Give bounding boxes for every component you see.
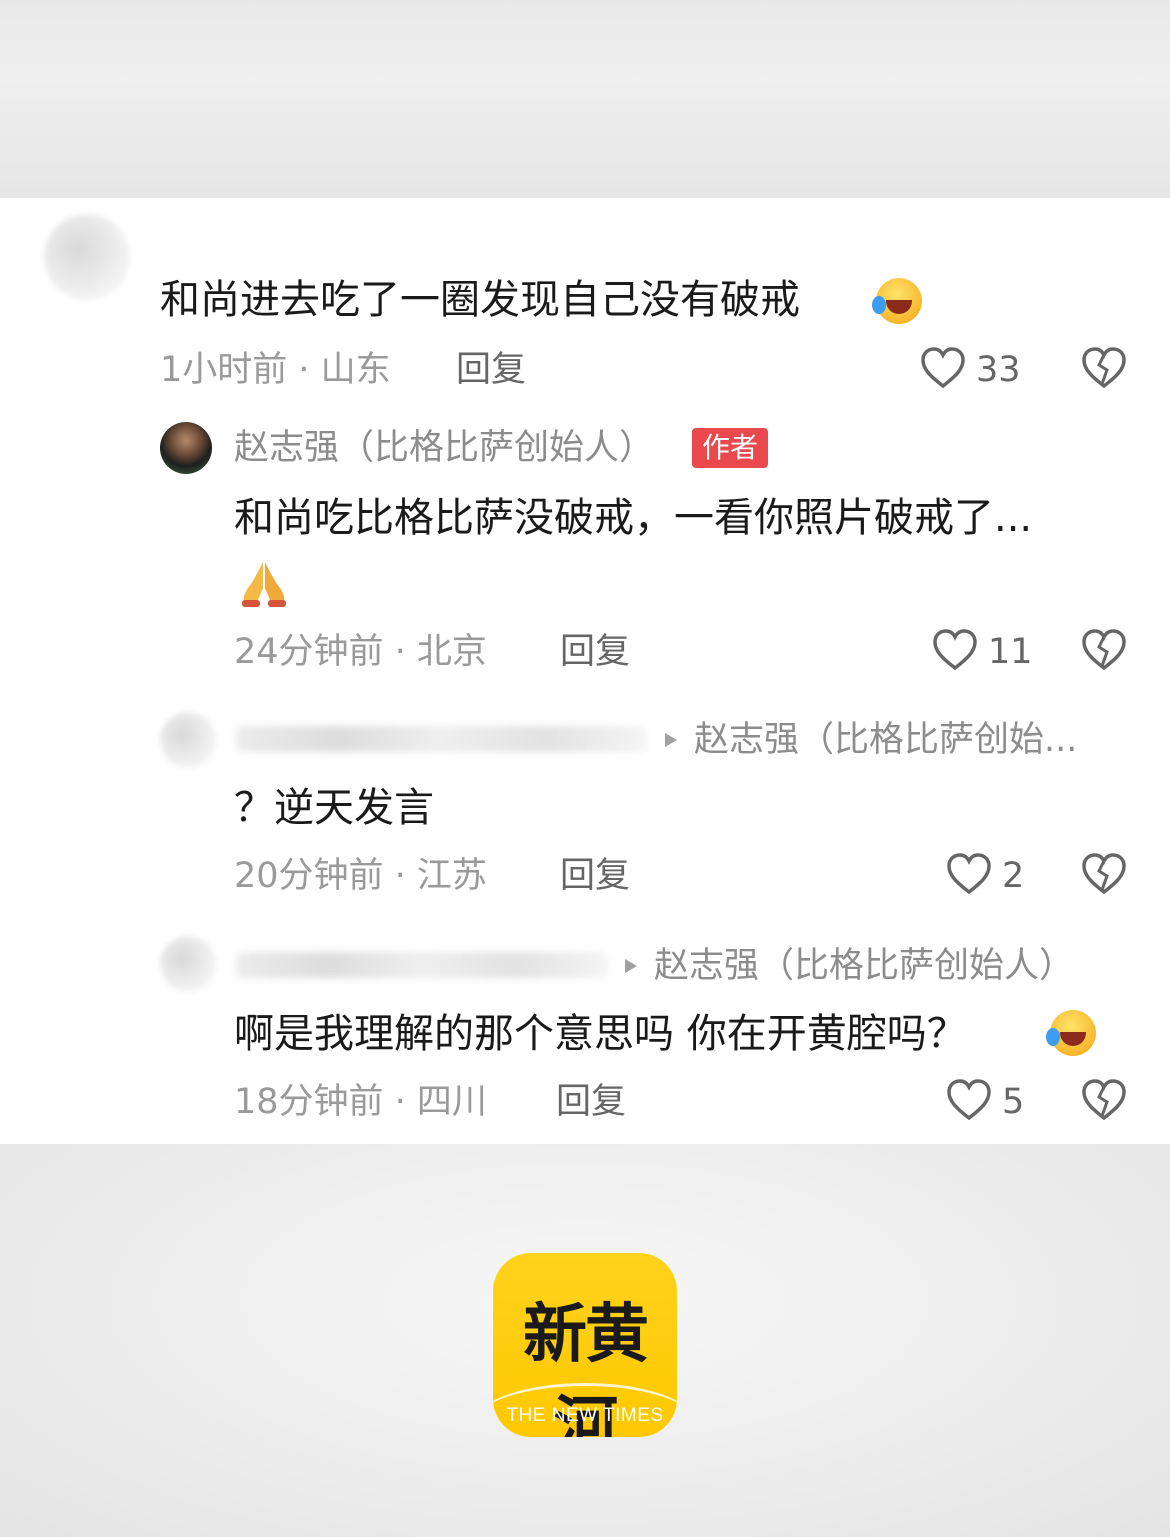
comment-text: 和尚吃比格比萨没破戒，一看你照片破戒了... xyxy=(234,495,1033,541)
blurred-username[interactable] xyxy=(236,726,646,752)
comment-text: 啊是我理解的那个意思吗 你在开黄腔吗？ xyxy=(234,1011,967,1057)
author-badge: 作者 xyxy=(692,428,769,468)
comment-meta: 24分钟前 · 北京 xyxy=(234,632,487,672)
heart-icon[interactable] xyxy=(920,346,966,390)
reply-button[interactable]: 回复 xyxy=(556,1082,626,1122)
broken-heart-icon[interactable] xyxy=(1080,628,1128,672)
laughing-crying-emoji-icon xyxy=(1046,1010,1096,1056)
author-username[interactable]: 赵志强（比格比萨创始人） xyxy=(234,428,654,468)
reply-button[interactable]: 回复 xyxy=(560,632,630,672)
comment-meta: 18分钟前 · 四川 xyxy=(234,1082,487,1122)
comment-meta: 20分钟前 · 江苏 xyxy=(234,856,487,896)
blurred-top-area xyxy=(0,0,1170,198)
triangle-right-icon xyxy=(665,733,677,747)
comment-meta: 1小时前 · 山东 xyxy=(160,350,391,390)
logo-subtitle: THE NEW TIMES xyxy=(506,1405,664,1426)
avatar[interactable] xyxy=(160,712,216,768)
reply-to-username[interactable]: 赵志强（比格比萨创始... xyxy=(694,720,1077,760)
author-avatar[interactable] xyxy=(160,422,212,474)
comment-text: ？逆天发言 xyxy=(234,785,434,831)
avatar[interactable] xyxy=(160,936,216,992)
laughing-crying-emoji-icon xyxy=(872,278,922,324)
like-count: 2 xyxy=(1002,856,1025,896)
like-count: 11 xyxy=(988,632,1033,672)
broken-heart-icon[interactable] xyxy=(1080,346,1128,390)
reply-to-username[interactable]: 赵志强（比格比萨创始人） xyxy=(654,946,1074,986)
comment-text: 和尚进去吃了一圈发现自己没有破戒 xyxy=(160,277,800,323)
app-logo: 新黄河 THE NEW TIMES xyxy=(493,1253,677,1437)
heart-icon[interactable] xyxy=(946,1078,992,1122)
like-count: 5 xyxy=(1002,1082,1025,1122)
reply-button[interactable]: 回复 xyxy=(560,856,630,896)
praying-hands-emoji-icon xyxy=(242,562,286,607)
avatar[interactable] xyxy=(44,214,130,300)
like-count: 33 xyxy=(976,350,1021,390)
heart-icon[interactable] xyxy=(946,852,992,896)
blurred-username[interactable] xyxy=(236,952,608,978)
broken-heart-icon[interactable] xyxy=(1080,1078,1128,1122)
heart-icon[interactable] xyxy=(932,628,978,672)
broken-heart-icon[interactable] xyxy=(1080,852,1128,896)
reply-button[interactable]: 回复 xyxy=(456,350,526,390)
triangle-right-icon xyxy=(625,959,637,973)
